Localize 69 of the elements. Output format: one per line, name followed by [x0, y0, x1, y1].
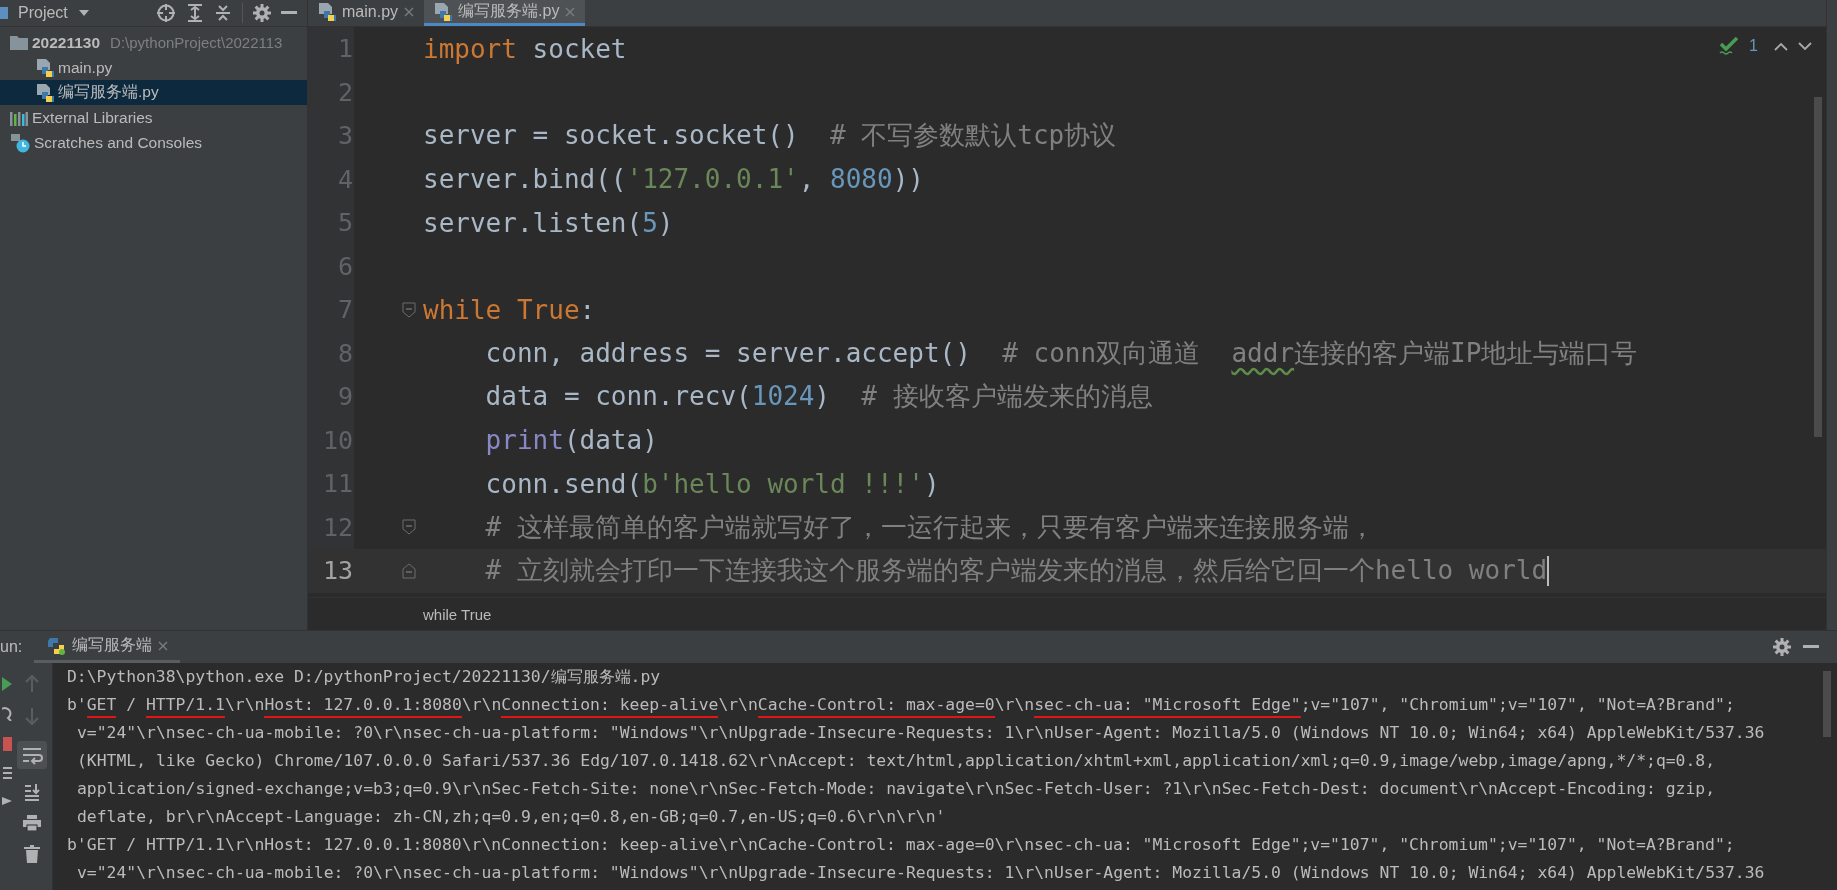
collapse-all-icon[interactable]	[214, 3, 232, 23]
code-line: server.listen(5)	[423, 207, 674, 238]
tree-item[interactable]: main.py	[0, 55, 307, 80]
console-line: b'GET / HTTP/1.1\r\nHost: 127.0.0.1:8080\r\nConnection: keep-alive\r\nCache-Control: max-age=0\r\nsec-ch-ua: "Microsoft Edge";v="107", "Chromium";v="107", "Not=A?Brand";	[67, 691, 1837, 719]
chevron-up-icon[interactable]	[1774, 41, 1788, 51]
fold-marker-icon[interactable]	[402, 519, 416, 536]
console-line: (KHTML, like Gecko) Chrome/107.0.0.0 Safari/537.36 Edg/107.0.1418.62\r\nAccept: text/html,application/xhtml+xml,application/xml;q=0.9,image/webp,image/apng,*/*;q=0.8,	[76, 750, 1717, 772]
console-line: deflate, br\r\nAccept-Language: zh-CN,zh;q=0.9,en;q=0.8,en-GB;q=0.7,en-US;q=0.6\r\n\r\n'	[76, 806, 947, 828]
python-file-icon	[434, 1, 453, 22]
fold-marker-icon[interactable]	[402, 562, 416, 579]
python-file-icon	[36, 57, 54, 78]
code-line: server = socket.socket() # 不写参数默认tcp协议	[423, 119, 1117, 153]
tree-label: 20221130	[32, 33, 101, 52]
tree-label: Scratches and Consoles	[34, 133, 202, 152]
scroll-to-end-icon[interactable]	[23, 783, 41, 801]
scrollbar[interactable]	[1814, 97, 1822, 437]
folder-icon	[10, 35, 28, 50]
library-icon	[10, 109, 28, 126]
code-line: while True:	[423, 294, 596, 325]
editor-tab[interactable]: main.py	[308, 0, 425, 26]
layout-icon[interactable]	[3, 767, 12, 779]
code-line: # 立刻就会打印一下连接我这个服务端的客户端发来的消息，然后给它回一个hello world	[484, 554, 1548, 588]
minimize-icon[interactable]	[1803, 645, 1819, 649]
fold-marker-icon[interactable]	[402, 301, 416, 318]
close-icon[interactable]	[158, 640, 169, 651]
settings-icon[interactable]	[1773, 638, 1791, 656]
tree-item[interactable]: External Libraries	[0, 105, 307, 130]
tree-label: main.py	[58, 58, 113, 77]
code-line: print(data)	[484, 425, 658, 456]
folder-path: D:\pythonProject\2022113	[110, 34, 283, 51]
scrollbar[interactable]	[1823, 671, 1831, 737]
python-file-icon	[318, 1, 336, 22]
code-line: server.bind(('127.0.0.1', 8080))	[423, 164, 924, 195]
console-line: v="24"\r\nsec-ch-ua-mobile: ?0\r\nsec-ch-ua-platform: "Windows"\r\nUpgrade-Insecure-Requests: 1\r\nUser-Agent: Mozilla/5.0 (Windows NT 10.0; Win64; x64) AppleWebKit/537.36	[76, 862, 1766, 884]
code-line: # 这样最简单的客户端就写好了，一运行起来，只要有客户端来连接服务端，	[484, 510, 1375, 544]
project-dropdown[interactable]: Project	[18, 4, 68, 22]
caret-icon[interactable]	[77, 9, 90, 17]
settings-icon[interactable]	[253, 4, 271, 22]
python-file-icon	[36, 82, 54, 103]
expand-all-icon[interactable]	[186, 3, 204, 23]
print-icon[interactable]	[23, 815, 41, 831]
tree-item[interactable]: 编写服务端.py	[0, 80, 307, 105]
tree-item[interactable]: Scratches and Consoles	[0, 130, 307, 155]
tree-label: 编写服务端.py	[58, 82, 159, 102]
panel-icon	[0, 6, 8, 20]
chevron-down-icon[interactable]	[1798, 41, 1812, 51]
code-line: import socket	[423, 33, 627, 64]
soft-wrap-icon[interactable]	[17, 741, 47, 769]
console-line: D:\Python38\python.exe D:/pythonProject/20221130/编写服务端.py	[67, 666, 662, 688]
run-label: un:	[0, 638, 23, 656]
minimize-icon[interactable]	[281, 11, 297, 15]
scratches-icon	[10, 132, 30, 153]
trash-icon[interactable]	[24, 845, 40, 863]
breadcrumb[interactable]: while True	[423, 605, 492, 623]
code-line: conn, address = server.accept() # conn双向通道 addr连接的客户端IP地址与端口号	[484, 336, 1638, 370]
code-line: conn.send(b'hello world !!!')	[484, 468, 940, 499]
close-icon[interactable]	[404, 6, 415, 17]
problem-count: 1	[1749, 37, 1758, 55]
check-icon[interactable]	[1719, 37, 1740, 55]
console-line: b'GET / HTTP/1.1\r\nHost: 127.0.0.1:8080\r\nConnection: keep-alive\r\nCache-Control: max-age=0\r\nsec-ch-ua: "Microsoft Edge";v="107", "Chromium";v="107", "Not=A?Brand";	[67, 834, 1736, 856]
text-cursor	[1547, 555, 1550, 586]
python-run-icon	[46, 635, 67, 656]
tree-label: External Libraries	[32, 108, 153, 127]
locate-icon[interactable]	[156, 3, 176, 23]
tree-item[interactable]: 20221130 D:\pythonProject\2022113	[0, 30, 307, 55]
code-line: data = conn.recv(1024) # 接收客户端发来的消息	[484, 380, 1153, 414]
console-line: application/signed-exchange;v=b3;q=0.9\r\nSec-Fetch-Site: none\r\nSec-Fetch-Mode: navigate\r\nSec-Fetch-User: ?1\r\nSec-Fetch-Dest: document\r\nAccept-Encoding: gzip,	[76, 778, 1717, 800]
console-line: v="24"\r\nsec-ch-ua-mobile: ?0\r\nsec-ch-ua-platform: "Windows"\r\nUpgrade-Insecure-Requests: 1\r\nUser-Agent: Mozilla/5.0 (Windows NT 10.0; Win64; x64) AppleWebKit/537.36	[76, 722, 1766, 744]
editor-tab[interactable]: 编写服务端.py	[424, 0, 586, 26]
